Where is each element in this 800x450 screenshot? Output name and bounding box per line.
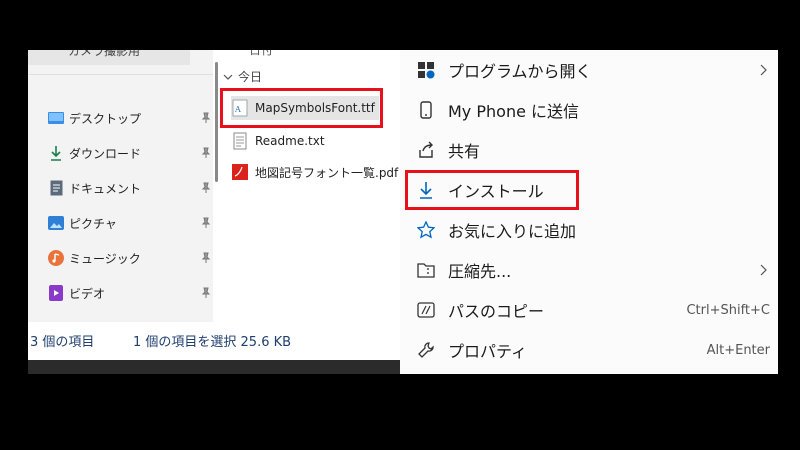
pin-icon <box>201 252 211 263</box>
nav-item-downloads[interactable]: ダウンロード <box>48 138 211 168</box>
navigation-pane: カメラ撮影用 デスクトップ ダウンロード ドキュメント ピクチャ ミュージック … <box>28 50 213 322</box>
phone-icon <box>416 100 436 120</box>
pin-icon <box>201 287 211 298</box>
copy-path-icon <box>416 300 436 320</box>
file-name: 地図記号フォント一覧.pdf <box>255 165 399 180</box>
nav-item-pictures[interactable]: ピクチャ <box>48 208 211 238</box>
music-icon <box>48 250 64 266</box>
file-item-readme[interactable]: Readme.txt <box>231 129 325 153</box>
menu-item-label: パスのコピー <box>448 302 545 321</box>
column-header-partial: 日付 <box>249 50 274 57</box>
shortcut-label: Alt+Enter <box>706 342 770 358</box>
shortcut-label: Ctrl+Shift+C <box>686 302 770 318</box>
group-header-today[interactable]: 今日 <box>223 68 262 85</box>
nav-item-desktop[interactable]: デスクトップ <box>48 103 211 133</box>
text-file-icon <box>233 132 247 150</box>
menu-item-add-favorites[interactable]: お気に入りに追加 <box>400 210 778 250</box>
video-icon <box>48 285 64 301</box>
menu-item-send-to-phone[interactable]: My Phone に送信 <box>400 90 778 130</box>
status-bar: 3 個の項目 1 個の項目を選択 25.6 KB <box>28 322 428 360</box>
nav-item-videos[interactable]: ビデオ <box>48 278 211 308</box>
desktop-icon <box>48 110 64 126</box>
file-item-pdf[interactable]: 地図記号フォント一覧.pdf <box>231 160 398 184</box>
pin-icon <box>201 217 211 228</box>
file-name: Readme.txt <box>255 134 325 148</box>
context-menu: プログラムから開く My Phone に送信 共有 インストール お気に入りに追… <box>400 50 778 374</box>
menu-item-label: プログラムから開く <box>448 62 592 81</box>
nav-item-partial[interactable]: カメラ撮影用 <box>28 50 190 65</box>
chevron-right-icon <box>760 64 767 76</box>
nav-item-documents[interactable]: ドキュメント <box>48 173 211 203</box>
menu-item-label: 圧縮先... <box>448 262 512 281</box>
highlight-box-install <box>405 170 579 210</box>
status-item-count: 3 個の項目 <box>30 335 95 350</box>
menu-item-label: 共有 <box>448 142 481 161</box>
menu-item-properties[interactable]: プロパティ Alt+Enter <box>400 330 778 370</box>
vertical-scrollbar[interactable] <box>213 50 221 210</box>
explorer-window: カメラ撮影用 デスクトップ ダウンロード ドキュメント ピクチャ ミュージック … <box>28 50 778 374</box>
pin-icon <box>201 182 211 193</box>
nav-item-label: ダウンロード <box>69 146 142 161</box>
menu-item-label: My Phone に送信 <box>448 102 580 121</box>
nav-item-label: デスクトップ <box>69 111 142 126</box>
nav-item-label: ドキュメント <box>69 181 142 196</box>
menu-item-compress[interactable]: 圧縮先... <box>400 250 778 290</box>
pdf-file-icon <box>232 164 248 180</box>
menu-item-open-with[interactable]: プログラムから開く <box>400 50 778 90</box>
share-icon <box>416 140 436 160</box>
menu-item-label: プロパティ <box>448 342 528 361</box>
nav-item-partial-label: カメラ撮影用 <box>68 50 141 58</box>
download-icon <box>48 145 64 161</box>
open-with-icon <box>416 60 436 80</box>
nav-item-music[interactable]: ミュージック <box>48 243 211 273</box>
chevron-right-icon <box>760 264 767 276</box>
star-icon <box>416 220 436 240</box>
document-icon <box>48 180 64 196</box>
pin-icon <box>201 112 211 123</box>
wrench-icon <box>416 340 436 360</box>
menu-item-copy-path[interactable]: パスのコピー Ctrl+Shift+C <box>400 290 778 330</box>
nav-divider <box>28 74 213 75</box>
pin-icon <box>201 147 211 158</box>
window-bottom-edge <box>28 360 428 374</box>
nav-item-label: ビデオ <box>69 286 106 301</box>
status-selection: 1 個の項目を選択 25.6 KB <box>133 335 292 350</box>
nav-item-label: ピクチャ <box>69 216 117 231</box>
group-header-label: 今日 <box>238 70 263 84</box>
menu-item-share[interactable]: 共有 <box>400 130 778 170</box>
menu-item-label: お気に入りに追加 <box>448 222 577 241</box>
highlight-box-font-file <box>220 88 383 128</box>
chevron-down-icon <box>223 74 233 80</box>
nav-item-label: ミュージック <box>69 251 141 266</box>
pictures-icon <box>48 215 64 231</box>
zip-folder-icon <box>416 260 436 280</box>
